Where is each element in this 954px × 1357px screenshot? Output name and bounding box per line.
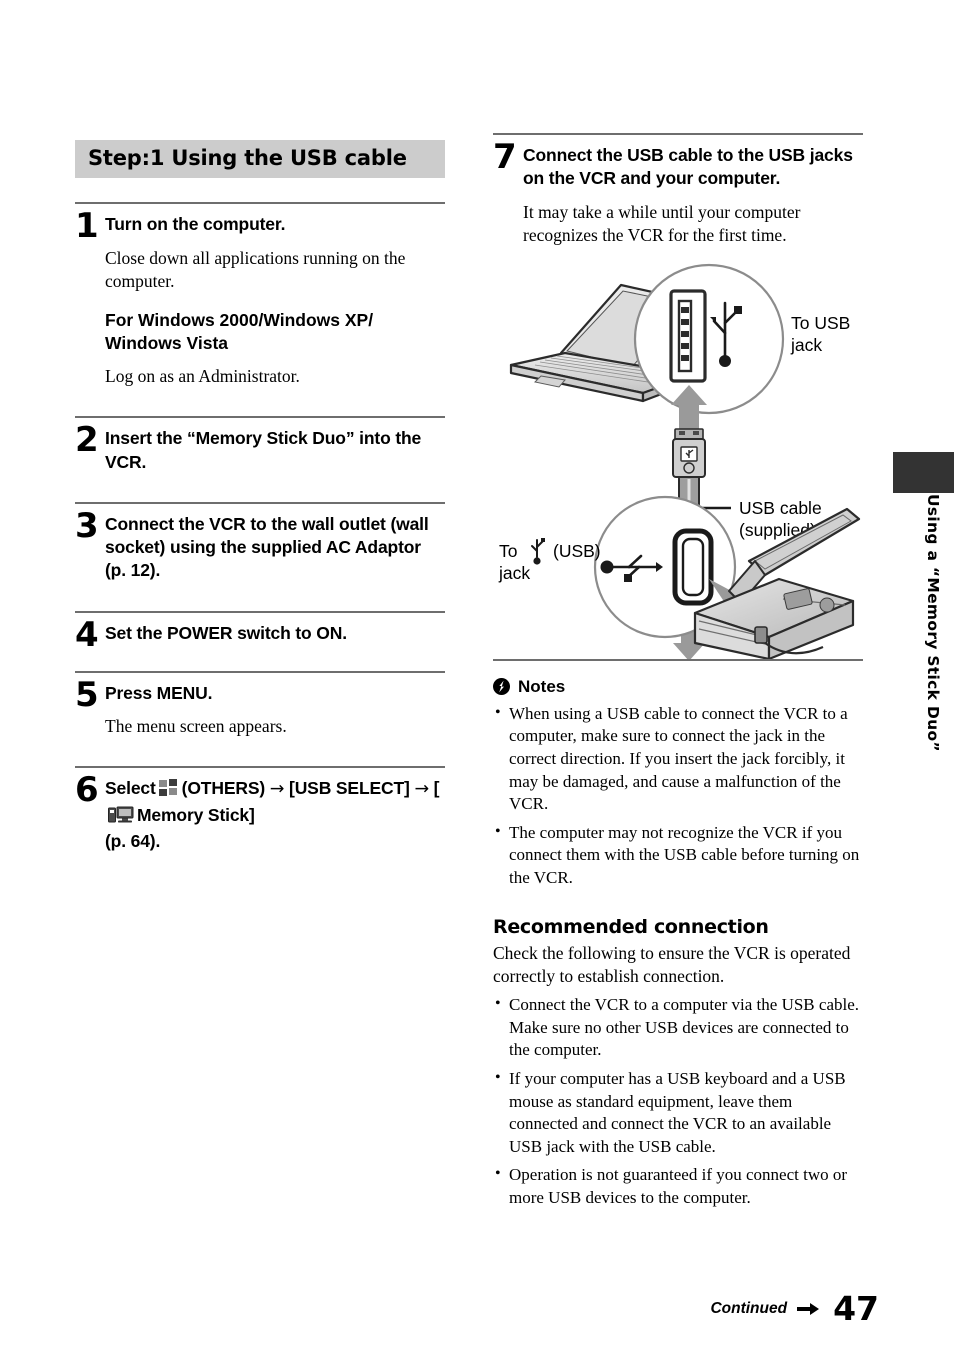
document-page: Step:1 Using the USB cable 1 Turn on the… (0, 0, 954, 1357)
memory-stick-computer-icon (108, 806, 134, 830)
notes-heading: Notes (493, 677, 863, 697)
usb-port-callout (633, 263, 785, 414)
step-title: Turn on the computer. (105, 214, 286, 235)
step-number: 4 (75, 614, 99, 655)
step-title: Connect the USB cable to the USB jacks o… (523, 145, 853, 189)
step-paragraph: Close down all applications running on t… (105, 247, 406, 291)
step-number: 2 (75, 420, 99, 461)
step-subparagraph: Log on as an Administrator. (105, 366, 300, 387)
step-paragraph: It may take a while until your computer … (523, 201, 801, 245)
recommended-connection-list: Connect the VCR to a computer via the US… (493, 993, 863, 1209)
svg-text:jack: jack (498, 563, 530, 583)
step-number: 6 (75, 770, 99, 811)
step-item-7: 7 Connect the USB cable to the USB jacks… (493, 135, 863, 247)
step-title: Select (OTHERS) → [USB SELECT] → [Memory… (105, 777, 445, 853)
step-title: Insert the “Memory Stick Duo” into the V… (105, 428, 422, 472)
step-subheading: For Windows 2000/Windows XP/ Windows Vis… (105, 309, 374, 353)
arrow-right-icon (797, 1302, 820, 1316)
diagram-svg: To USB jack USB cable (supplied) To (USB… (498, 263, 861, 661)
arrow-right-icon-1: → (269, 779, 285, 800)
step-number: 3 (75, 505, 99, 546)
step6-text-memory-stick: Memory Stick] (137, 804, 255, 825)
continued-label: Continued (710, 1299, 788, 1317)
step6-text-page-ref: (p. 64). (105, 830, 161, 851)
page-footer: Continued 47 (710, 1292, 879, 1325)
svg-text:USB cable: USB cable (739, 498, 822, 518)
step-item-3: 3 Connect the VCR to the wall outlet (wa… (75, 504, 445, 583)
label-to-usb-jack-vcr: To (USB) jack (498, 537, 601, 583)
svg-text:To: To (499, 541, 517, 561)
list-item: If your computer has a USB keyboard and … (493, 1067, 863, 1158)
right-column: 7 Connect the USB cable to the USB jacks… (493, 133, 863, 1210)
notes-list: When using a USB cable to connect the VC… (493, 702, 863, 890)
chapter-tab-label: Using a “Memory Stick Duo” (924, 494, 942, 752)
svg-text:jack: jack (790, 335, 822, 355)
step-title: Press MENU. (105, 682, 213, 703)
step-item-1: 1 Turn on the computer. Close down all a… (75, 204, 445, 388)
list-item: The computer may not recognize the VCR i… (493, 821, 863, 890)
step-number: 1 (75, 206, 99, 247)
step-item-4: 4 Set the POWER switch to ON. (75, 613, 445, 655)
arrow-right-icon-2: → (414, 779, 429, 800)
svg-text:(USB): (USB) (553, 541, 601, 561)
recommended-connection-heading: Recommended connection (493, 915, 769, 938)
step6-text-select: Select (105, 778, 156, 799)
list-item: Operation is not guaranteed if you conne… (493, 1163, 863, 1209)
list-item: Connect the VCR to a computer via the US… (493, 993, 863, 1062)
others-grid-icon (158, 779, 179, 803)
step6-text-usb-select: [USB SELECT] (289, 778, 410, 799)
list-item: When using a USB cable to connect the VC… (493, 702, 863, 816)
usb-trident-icon-small (531, 538, 544, 558)
notes-heading-label: Notes (518, 676, 566, 696)
chapter-tab-marker (893, 452, 954, 493)
page-number: 47 (833, 1289, 879, 1328)
step6-text-bracket-open: [ (433, 778, 440, 799)
recommended-connection-intro: Check the following to ensure the VCR is… (493, 942, 851, 986)
label-to-usb-jack: To USB jack (790, 313, 850, 355)
usb-trident-dot (719, 354, 731, 367)
section-title-bar: Step:1 Using the USB cable (75, 140, 445, 179)
step-number: 5 (75, 674, 99, 715)
step-title: Connect the VCR to the wall outlet (wall… (105, 513, 429, 581)
step-item-5: 5 Press MENU. The menu screen appears. (75, 673, 445, 738)
step-item-2: 2 Insert the “Memory Stick Duo” into the… (75, 418, 445, 474)
svg-text:To USB: To USB (791, 313, 850, 333)
note-warning-icon (493, 678, 510, 696)
step-paragraph: The menu screen appears. (105, 716, 287, 737)
section-title: Step:1 Using the USB cable (88, 146, 407, 170)
step-number: 7 (493, 137, 517, 177)
usb-connection-diagram: To USB jack USB cable (supplied) To (USB… (493, 261, 863, 661)
divider (493, 658, 863, 661)
step-item-6: 6 Select (OTHERS) → [USB SELECT] → [Memo… (75, 768, 445, 853)
step-title: Set the POWER switch to ON. (105, 622, 347, 643)
left-column: Step:1 Using the USB cable 1 Turn on the… (75, 140, 445, 853)
step6-text-others: (OTHERS) (181, 778, 266, 799)
